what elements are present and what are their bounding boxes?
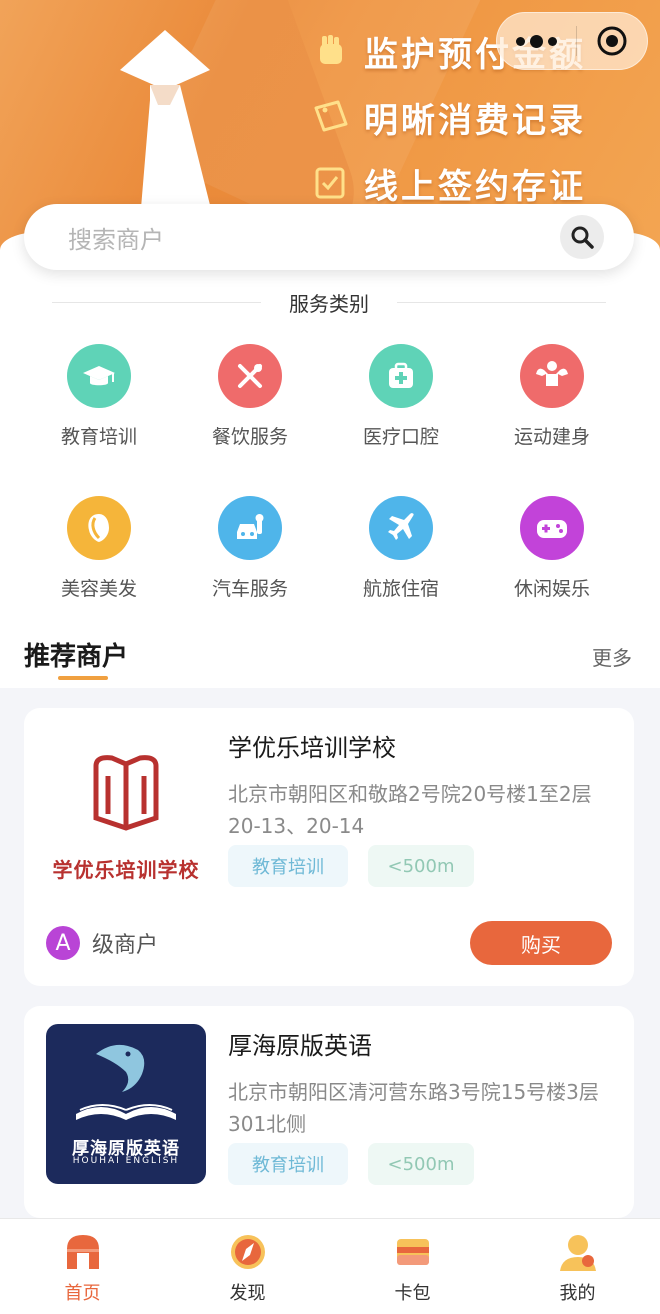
merchant-level: A 级商户 <box>46 926 158 960</box>
category-entertainment[interactable]: 休闲娱乐 <box>492 496 612 601</box>
divider <box>397 301 606 303</box>
category-dining[interactable]: 餐饮服务 <box>190 344 310 449</box>
fist-icon <box>320 35 342 64</box>
category-label: 美容美发 <box>60 578 137 600</box>
tab-profile[interactable]: 我的 <box>495 1219 660 1314</box>
search-input[interactable]: 搜索商户 <box>68 220 560 255</box>
category-tag: 教育培训 <box>228 1143 348 1185</box>
gamepad-icon <box>520 496 584 560</box>
muscle-icon <box>520 344 584 408</box>
more-dots-icon[interactable] <box>497 12 576 70</box>
graduation-cap-icon <box>67 344 131 408</box>
discover-icon <box>230 1235 265 1269</box>
category-label: 运动建身 <box>513 426 590 448</box>
tab-label: 首页 <box>64 1283 101 1304</box>
contract-icon <box>315 167 345 199</box>
category-education[interactable]: 教育培训 <box>39 344 159 449</box>
level-text: 级商户 <box>92 933 159 958</box>
category-fitness[interactable]: 运动建身 <box>492 344 612 449</box>
dolphin-book-logo-icon <box>76 1044 176 1120</box>
category-tag: 教育培训 <box>228 845 348 887</box>
merchant-logo: 学优乐培训学校 <box>46 726 206 886</box>
category-label: 汽车服务 <box>211 578 288 600</box>
ticket-icon <box>314 100 348 132</box>
profile-icon <box>559 1235 596 1271</box>
distance-tag: <500m <box>368 845 474 887</box>
bottom-tab-bar: 首页 发现 卡包 我的 <box>0 1218 660 1314</box>
search-icon <box>571 226 594 249</box>
category-label: 航旅住宿 <box>362 578 439 600</box>
necktie-icon <box>120 30 210 230</box>
tab-card-wallet[interactable]: 卡包 <box>330 1219 495 1314</box>
beauty-face-icon <box>67 496 131 560</box>
medical-kit-icon <box>369 344 433 408</box>
wallet-icon <box>396 1239 429 1265</box>
car-wrench-icon <box>218 496 282 560</box>
category-medical[interactable]: 医疗口腔 <box>341 344 461 449</box>
category-label: 教育培训 <box>60 426 137 448</box>
search-button[interactable] <box>560 215 604 259</box>
fork-knife-icon <box>218 344 282 408</box>
category-label: 餐饮服务 <box>211 426 288 448</box>
tab-label: 卡包 <box>394 1283 431 1304</box>
home-icon <box>66 1235 99 1269</box>
search-bar[interactable]: 搜索商户 <box>24 204 634 270</box>
title-underline <box>58 676 108 680</box>
service-category-header: 服务类别 <box>52 286 606 318</box>
more-link[interactable]: 更多 <box>592 642 632 671</box>
tab-discover[interactable]: 发现 <box>165 1219 330 1314</box>
logo-subtext: HOUHAI ENGLISH <box>72 1156 180 1166</box>
recommend-title: 推荐商户 <box>24 642 129 672</box>
tab-label: 我的 <box>559 1283 596 1304</box>
tab-home[interactable]: 首页 <box>0 1219 165 1314</box>
merchant-address: 北京市朝阳区和敬路2号院20号楼1至2层20-13、20-14 <box>228 782 592 838</box>
slogan-text: 明晰消费记录 <box>364 100 586 141</box>
divider <box>52 301 261 303</box>
merchant-name: 厚海原版英语 <box>228 1032 372 1060</box>
category-car-service[interactable]: 汽车服务 <box>190 496 310 601</box>
slogan-text: 线上签约存证 <box>364 166 586 207</box>
merchant-name: 学优乐培训学校 <box>228 734 396 762</box>
category-beauty[interactable]: 美容美发 <box>39 496 159 601</box>
distance-tag: <500m <box>368 1143 474 1185</box>
category-label: 休闲娱乐 <box>513 578 590 600</box>
buy-button[interactable]: 购买 <box>470 921 612 965</box>
recommend-header: 推荐商户 更多 <box>24 636 636 680</box>
tab-label: 发现 <box>229 1283 266 1304</box>
logo-text: 学优乐培训学校 <box>52 858 200 882</box>
section-title: 服务类别 <box>289 291 369 316</box>
miniprogram-capsule <box>496 12 648 70</box>
airplane-icon <box>369 496 433 560</box>
merchant-card[interactable]: 厚海原版英语 HOUHAI ENGLISH 厚海原版英语 北京市朝阳区清河营东路… <box>24 1006 634 1218</box>
category-label: 医疗口腔 <box>362 426 439 448</box>
category-travel[interactable]: 航旅住宿 <box>341 496 461 601</box>
merchant-card[interactable]: 学优乐培训学校 学优乐培训学校 北京市朝阳区和敬路2号院20号楼1至2层20-1… <box>24 708 634 986</box>
level-badge: A <box>46 926 80 960</box>
target-icon[interactable] <box>577 12 647 70</box>
merchant-address: 北京市朝阳区清河营东路3号院15号楼3层301北侧 <box>228 1080 599 1136</box>
slogan-row: 明晰消费记录 <box>312 84 586 150</box>
merchant-logo: 厚海原版英语 HOUHAI ENGLISH <box>46 1024 206 1184</box>
